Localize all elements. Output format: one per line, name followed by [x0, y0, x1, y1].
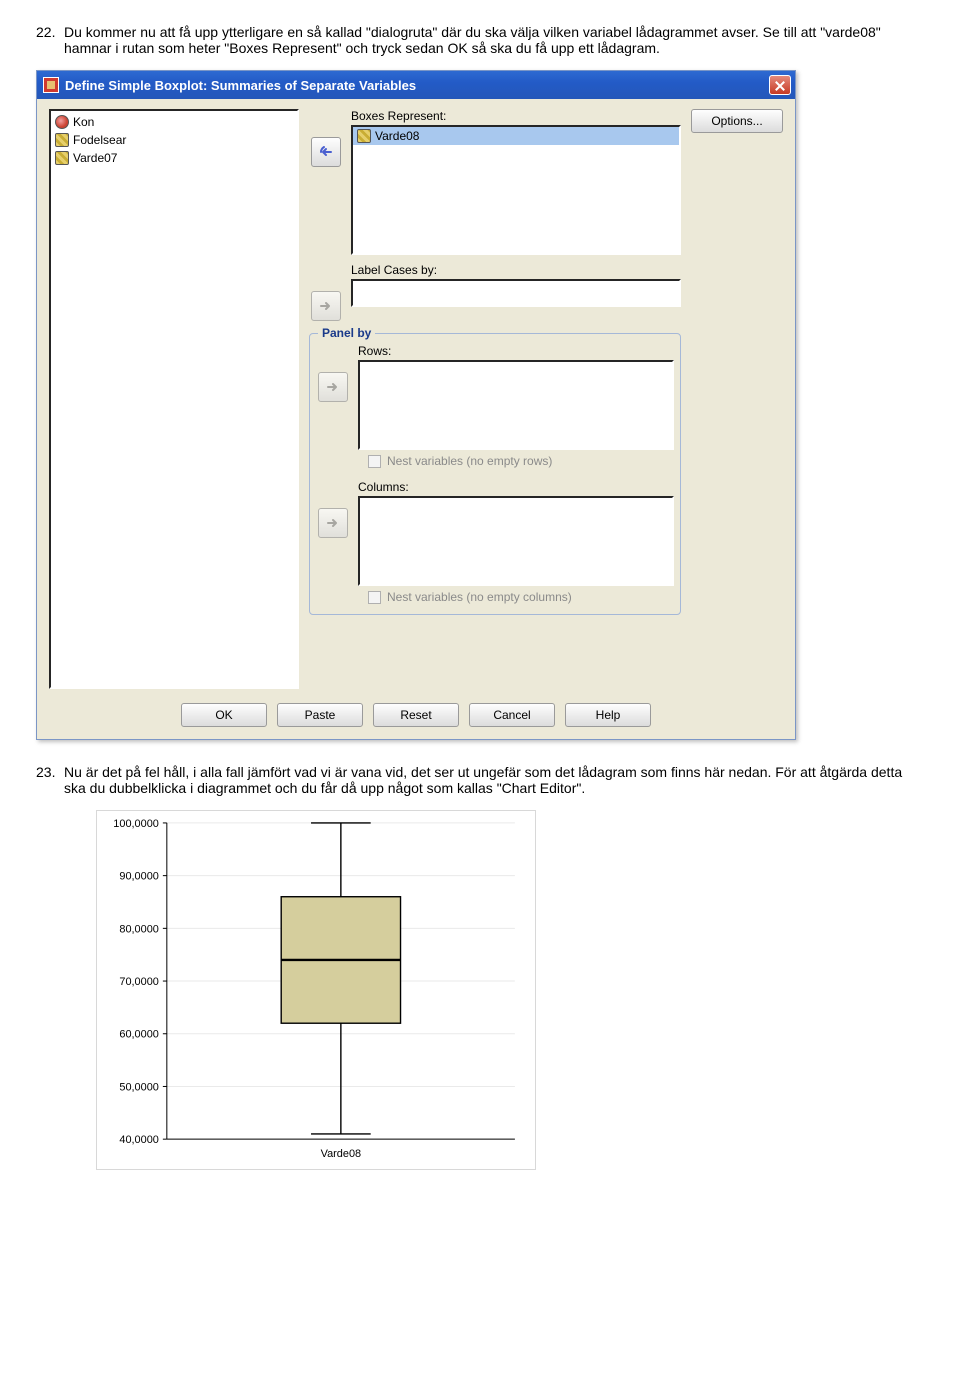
labelcases-label: Label Cases by: [351, 263, 681, 277]
svg-text:100,0000: 100,0000 [113, 818, 159, 830]
labelcases-field[interactable] [351, 279, 681, 307]
close-icon[interactable] [769, 75, 791, 95]
nest-rows-check: Nest variables (no empty rows) [368, 454, 674, 468]
svg-text:50,0000: 50,0000 [119, 1081, 158, 1093]
var-item-varde07[interactable]: Varde07 [55, 149, 293, 167]
var-label: Kon [73, 115, 94, 129]
nominal-icon [55, 115, 69, 129]
spss-boxplot-dialog: Define Simple Boxplot: Summaries of Sepa… [36, 70, 796, 740]
var-label: Varde08 [375, 129, 419, 143]
scale-icon [55, 133, 69, 147]
boxplot-chart[interactable]: 40,0000 50,0000 60,0000 70,0000 80,0000 90,00… [96, 810, 536, 1170]
paragraph-22: 22. Du kommer nu att få upp ytterligare … [36, 24, 924, 56]
svg-text:60,0000: 60,0000 [119, 1029, 158, 1041]
transfer-cols-button[interactable] [318, 508, 348, 538]
var-label: Varde07 [73, 151, 117, 165]
svg-text:Varde08: Varde08 [321, 1148, 361, 1160]
dialog-button-row: OK Paste Reset Cancel Help [49, 703, 783, 727]
list-number: 22. [36, 24, 64, 56]
var-item-fodelsear[interactable]: Fodelsear [55, 131, 293, 149]
reset-button[interactable]: Reset [373, 703, 459, 727]
titlebar: Define Simple Boxplot: Summaries of Sepa… [37, 71, 795, 99]
panel-by-legend: Panel by [318, 326, 375, 340]
app-icon [43, 77, 59, 93]
list-number: 23. [36, 764, 64, 796]
var-item-kon[interactable]: Kon [55, 113, 293, 131]
transfer-back-button[interactable] [311, 137, 341, 167]
scale-icon [357, 129, 371, 143]
boxes-represent-selected-item[interactable]: Varde08 [353, 127, 679, 145]
svg-text:70,0000: 70,0000 [119, 976, 158, 988]
columns-label: Columns: [358, 480, 674, 494]
paste-button[interactable]: Paste [277, 703, 363, 727]
help-button[interactable]: Help [565, 703, 651, 727]
options-button[interactable]: Options... [691, 109, 783, 133]
checkbox-icon [368, 455, 381, 468]
list-body: Nu är det på fel håll, i alla fall jämfö… [64, 764, 924, 796]
scale-icon [55, 151, 69, 165]
var-label: Fodelsear [73, 133, 126, 147]
panel-by-group: Panel by Rows: Nest varia [309, 333, 681, 615]
checkbox-icon [368, 591, 381, 604]
svg-text:40,0000: 40,0000 [119, 1134, 158, 1146]
list-body: Du kommer nu att få upp ytterligare en s… [64, 24, 924, 56]
rows-label: Rows: [358, 344, 674, 358]
transfer-labelcases-button[interactable] [311, 291, 341, 321]
rows-list[interactable] [358, 360, 674, 450]
boxes-represent-label: Boxes Represent: [351, 109, 681, 123]
nest-cols-check: Nest variables (no empty columns) [368, 590, 674, 604]
window-title: Define Simple Boxplot: Summaries of Sepa… [65, 78, 416, 93]
cancel-button[interactable]: Cancel [469, 703, 555, 727]
svg-text:80,0000: 80,0000 [119, 923, 158, 935]
paragraph-23: 23. Nu är det på fel håll, i alla fall j… [36, 764, 924, 796]
transfer-rows-button[interactable] [318, 372, 348, 402]
ok-button[interactable]: OK [181, 703, 267, 727]
svg-text:90,0000: 90,0000 [119, 871, 158, 883]
columns-list[interactable] [358, 496, 674, 586]
source-variable-list[interactable]: Kon Fodelsear Varde07 [49, 109, 299, 689]
boxes-represent-list[interactable]: Varde08 [351, 125, 681, 255]
